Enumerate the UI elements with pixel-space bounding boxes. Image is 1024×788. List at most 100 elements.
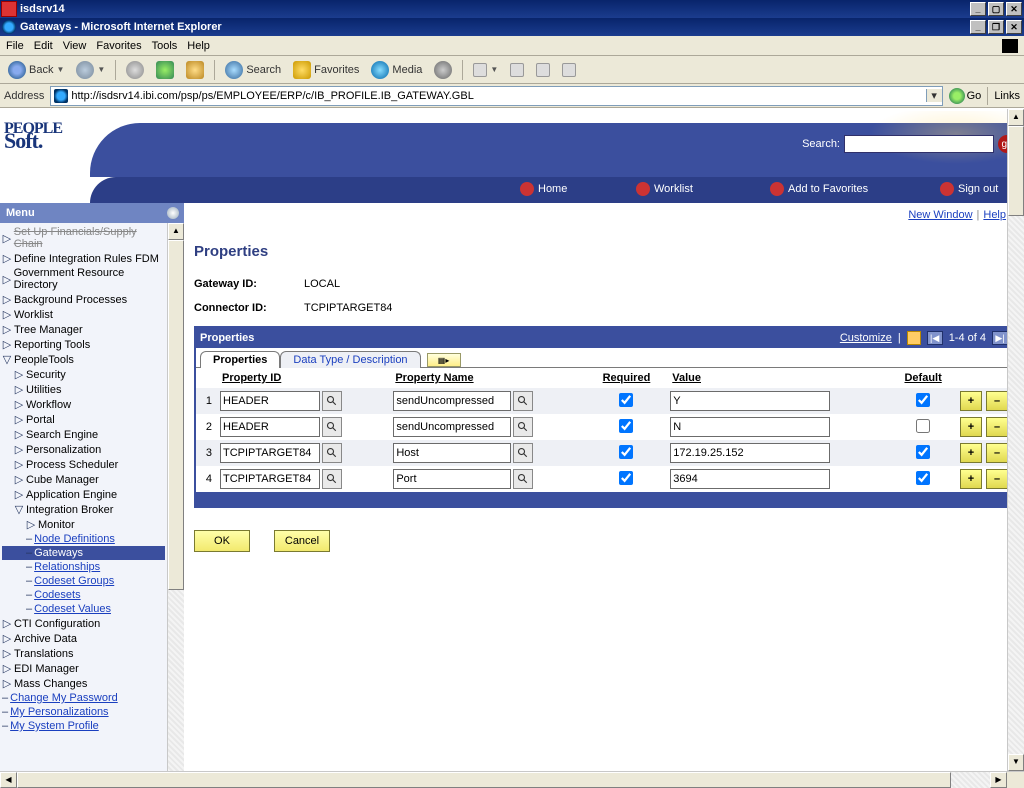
menu-item[interactable]: –Codesets	[2, 588, 165, 602]
value-input[interactable]	[670, 469, 830, 489]
search-input[interactable]	[844, 135, 994, 153]
nav-signout[interactable]: Sign out	[940, 182, 998, 196]
col-value[interactable]: Value	[666, 368, 890, 388]
grid-last-button[interactable]: ▶|	[992, 331, 1008, 345]
menu-item[interactable]: ▷Application Engine	[2, 487, 165, 502]
property-name-input[interactable]	[393, 391, 511, 411]
scroll-thumb[interactable]	[17, 772, 951, 788]
menu-item[interactable]: ▷Personalization	[2, 442, 165, 457]
default-checkbox[interactable]	[916, 419, 930, 433]
ok-button[interactable]: OK	[194, 530, 250, 552]
col-property-id[interactable]: Property ID	[216, 368, 389, 388]
required-checkbox[interactable]	[619, 471, 633, 485]
required-checkbox[interactable]	[619, 445, 633, 459]
required-checkbox[interactable]	[619, 393, 633, 407]
delete-row-button[interactable]: –	[986, 417, 1008, 437]
back-button[interactable]: Back▼	[4, 59, 68, 81]
menu-item[interactable]: ▷Monitor	[2, 517, 165, 532]
lookup-button[interactable]	[513, 469, 533, 489]
menu-item[interactable]: –Codeset Values	[2, 602, 165, 616]
ie-restore-button[interactable]: ❐	[988, 20, 1004, 34]
property-id-input[interactable]	[220, 469, 320, 489]
menu-item[interactable]: ▽Integration Broker	[2, 502, 165, 517]
discuss-button[interactable]	[558, 61, 580, 79]
ie-close-button[interactable]: ✕	[1006, 20, 1022, 34]
menu-item[interactable]: –Gateways	[2, 546, 165, 560]
value-input[interactable]	[670, 443, 830, 463]
nav-home[interactable]: Home	[520, 182, 567, 196]
menu-item[interactable]: ▷Government Resource Directory	[2, 266, 165, 292]
address-dropdown-button[interactable]: ▾	[926, 89, 942, 102]
menu-item[interactable]: ▷EDI Manager	[2, 661, 165, 676]
menu-item[interactable]: ▷Translations	[2, 646, 165, 661]
page-vertical-scrollbar[interactable]: ▲ ▼	[1007, 109, 1024, 771]
maximize-button[interactable]: ▢	[988, 2, 1004, 16]
scroll-up-button[interactable]: ▲	[168, 223, 184, 240]
tab-datatype[interactable]: Data Type / Description	[280, 351, 420, 368]
edit-button[interactable]	[532, 61, 554, 79]
property-name-input[interactable]	[393, 443, 511, 463]
menu-help[interactable]: Help	[187, 40, 210, 52]
value-input[interactable]	[670, 391, 830, 411]
menu-item[interactable]: ▷Define Integration Rules FDM	[2, 251, 165, 266]
menu-item[interactable]: ▷Security	[2, 367, 165, 382]
menu-edit[interactable]: Edit	[34, 40, 53, 52]
delete-row-button[interactable]: –	[986, 391, 1008, 411]
tab-properties[interactable]: Properties	[200, 351, 280, 368]
menu-item[interactable]: ▷Utilities	[2, 382, 165, 397]
menu-item[interactable]: ▷Process Scheduler	[2, 457, 165, 472]
scroll-thumb[interactable]	[1008, 126, 1024, 216]
menu-item[interactable]: ▷Archive Data	[2, 631, 165, 646]
property-id-input[interactable]	[220, 391, 320, 411]
default-checkbox[interactable]	[916, 471, 930, 485]
mail-button[interactable]: ▼	[469, 61, 502, 79]
menu-item[interactable]: ▷CTI Configuration	[2, 616, 165, 631]
cancel-button[interactable]: Cancel	[274, 530, 330, 552]
scroll-left-button[interactable]: ◀	[0, 772, 17, 788]
menu-item[interactable]: –My System Profile	[2, 719, 165, 733]
scroll-down-button[interactable]: ▼	[1008, 754, 1024, 771]
menu-item[interactable]: ▷Tree Manager	[2, 322, 165, 337]
menu-item[interactable]: ▷Workflow	[2, 397, 165, 412]
menu-item[interactable]: ▷Search Engine	[2, 427, 165, 442]
menu-tools[interactable]: Tools	[152, 40, 178, 52]
refresh-button[interactable]	[152, 59, 178, 81]
add-row-button[interactable]: +	[960, 469, 982, 489]
menu-item[interactable]: ▷Reporting Tools	[2, 337, 165, 352]
menu-file[interactable]: File	[6, 40, 24, 52]
close-button[interactable]: ✕	[1006, 2, 1022, 16]
scroll-right-button[interactable]: ▶	[990, 772, 1007, 788]
value-input[interactable]	[670, 417, 830, 437]
property-name-input[interactable]	[393, 469, 511, 489]
menu-item[interactable]: ▷Set Up Financials/Supply Chain	[2, 225, 165, 251]
lookup-button[interactable]	[322, 443, 342, 463]
menu-item[interactable]: ▽PeopleTools	[2, 352, 165, 367]
lookup-button[interactable]	[513, 417, 533, 437]
help-link[interactable]: Help	[983, 209, 1006, 221]
history-button[interactable]	[430, 59, 456, 81]
menu-item[interactable]: –Change My Password	[2, 691, 165, 705]
default-checkbox[interactable]	[916, 445, 930, 459]
menu-scrollbar[interactable]: ▲ ▼	[167, 223, 184, 788]
menu-item[interactable]: ▷Portal	[2, 412, 165, 427]
lookup-button[interactable]	[513, 391, 533, 411]
grid-first-button[interactable]: |◀	[927, 331, 943, 345]
delete-row-button[interactable]: –	[986, 469, 1008, 489]
lookup-button[interactable]	[322, 469, 342, 489]
col-default[interactable]: Default	[890, 368, 956, 388]
address-combo[interactable]: ▾	[50, 86, 942, 106]
links-label[interactable]: Links	[994, 90, 1020, 102]
menu-item[interactable]: –My Personalizations	[2, 705, 165, 719]
add-row-button[interactable]: +	[960, 391, 982, 411]
delete-row-button[interactable]: –	[986, 443, 1008, 463]
lookup-button[interactable]	[322, 417, 342, 437]
required-checkbox[interactable]	[619, 419, 633, 433]
address-input[interactable]	[71, 90, 925, 102]
menu-item[interactable]: –Relationships	[2, 560, 165, 574]
menu-collapse-button[interactable]	[166, 206, 180, 220]
home-button[interactable]	[182, 59, 208, 81]
favorites-button[interactable]: Favorites	[289, 59, 363, 81]
property-id-input[interactable]	[220, 443, 320, 463]
default-checkbox[interactable]	[916, 393, 930, 407]
scroll-thumb[interactable]	[168, 240, 184, 590]
